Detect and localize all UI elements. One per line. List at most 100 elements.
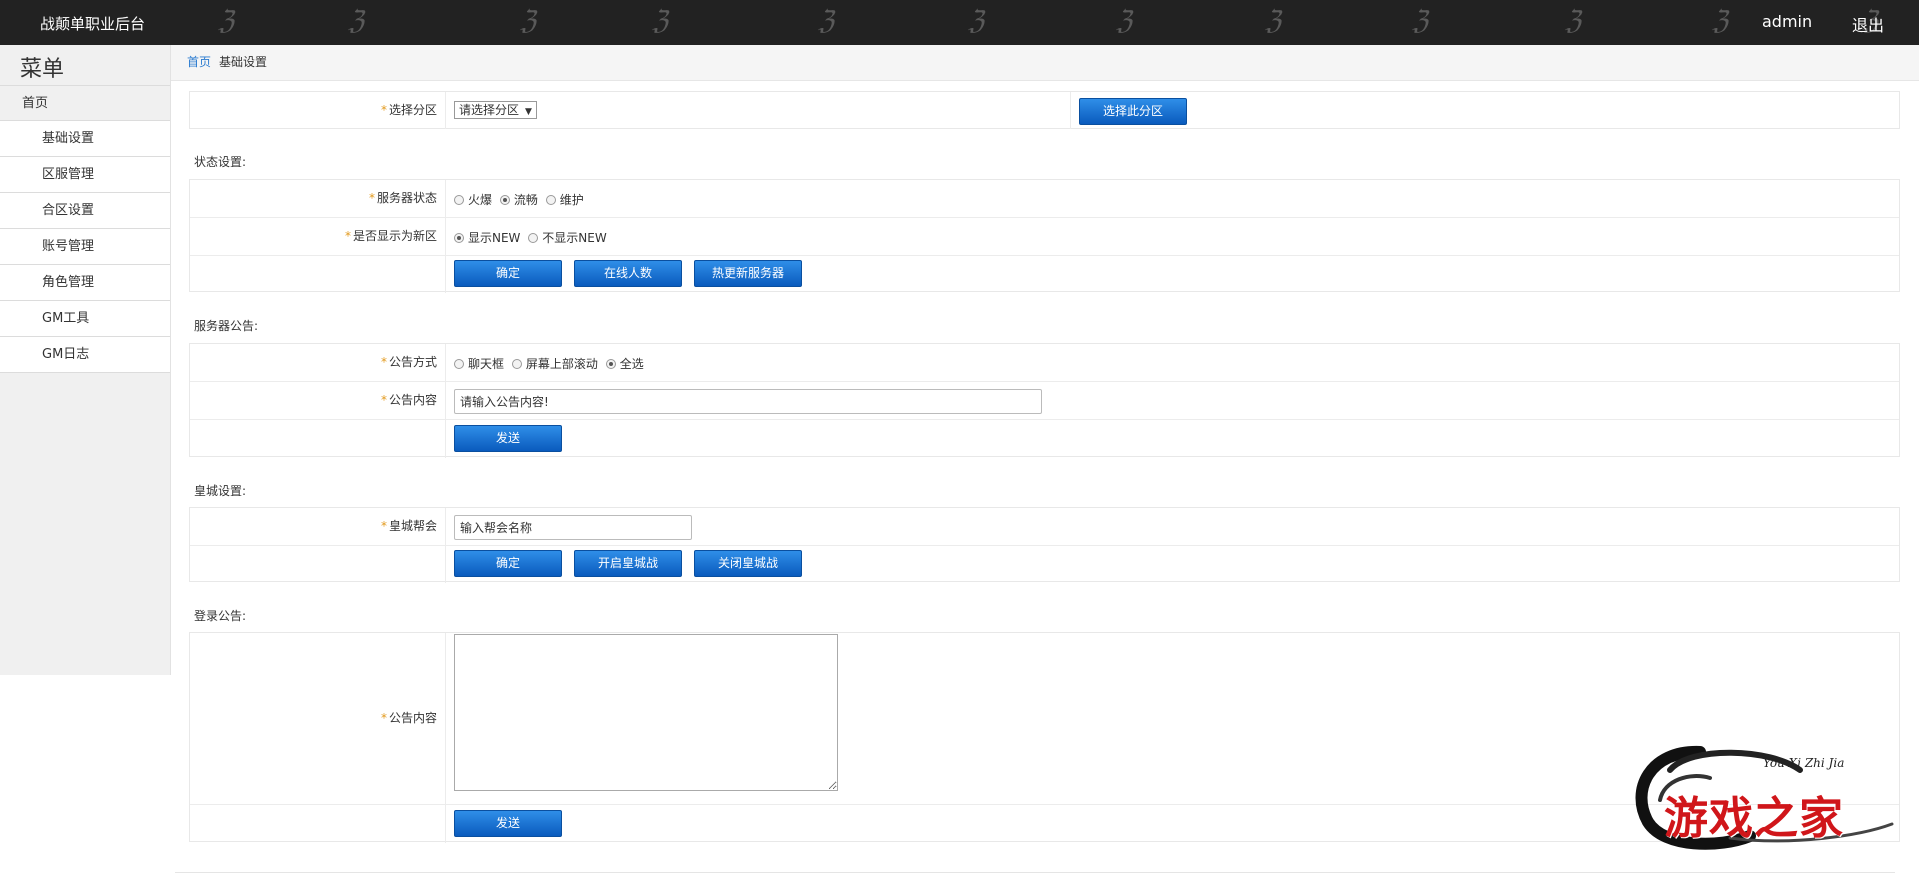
watermark-glyph: ℨ — [818, 6, 835, 36]
radio-maintenance-label: 维护 — [559, 193, 584, 207]
required-mark: * — [344, 229, 351, 243]
radio-chat-box-label: 聊天框 — [468, 357, 505, 371]
zone-select[interactable]: 请选择分区 ▼ — [454, 101, 537, 119]
new-zone-label-cell: * 是否显示为新区 — [190, 218, 446, 255]
breadcrumb-home-link[interactable]: 首页 — [187, 55, 211, 69]
required-mark: * — [380, 711, 387, 725]
watermark-glyph: ℨ — [520, 6, 537, 36]
notice-mode-value-cell: 聊天框 屏幕上部滚动 全选 — [454, 344, 1899, 381]
dropdown-arrow-icon: ▼ — [525, 107, 532, 117]
castle-guild-label: 皇城帮会 — [388, 519, 437, 533]
watermark-glyph: ℨ — [652, 6, 669, 36]
notice-content-label: 公告内容 — [388, 393, 437, 407]
radio-maintenance[interactable] — [545, 195, 556, 205]
empty-label-cell — [190, 546, 446, 583]
end-castle-war-button[interactable]: 关闭皇城战 — [694, 550, 802, 577]
online-count-button[interactable]: 在线人数 — [574, 260, 682, 287]
logo-title: 游戏之家 — [1664, 793, 1844, 844]
zone-label-cell: * 选择分区 — [190, 92, 446, 129]
radio-show-new-label: 显示NEW — [468, 231, 521, 245]
sidebar-item-gm-log[interactable]: GM日志 — [0, 337, 170, 373]
site-logo: You Xi Zhi Jia 游戏之家 — [1630, 740, 1900, 850]
notice-actions-row: 发送 — [190, 420, 1899, 458]
status-confirm-button[interactable]: 确定 — [454, 260, 562, 287]
watermark-glyph: ℨ — [1116, 6, 1133, 36]
notice-actions-cell: 发送 — [454, 420, 1899, 458]
radio-hot-label: 火爆 — [468, 193, 493, 207]
status-actions-cell: 确定 在线人数 热更新服务器 — [454, 256, 1899, 293]
notice-mode-row: * 公告方式 聊天框 屏幕上部滚动 全选 — [190, 344, 1899, 382]
radio-select-all-label: 全选 — [619, 357, 644, 371]
notice-mode-label-cell: * 公告方式 — [190, 344, 446, 381]
watermark-glyph: ℨ — [348, 6, 365, 36]
empty-label-cell — [190, 256, 446, 293]
start-castle-war-button[interactable]: 开启皇城战 — [574, 550, 682, 577]
server-status-label: 服务器状态 — [376, 191, 437, 205]
guild-name-input[interactable] — [454, 515, 692, 540]
status-block: * 服务器状态 火爆 流畅 维护 * 是否显示为新区 显示NEW 不显示NEW 确定… — [189, 179, 1900, 293]
radio-select-all[interactable] — [605, 359, 616, 369]
castle-guild-value-cell — [454, 508, 1899, 545]
required-mark: * — [380, 355, 387, 369]
required-mark: * — [368, 191, 375, 205]
top-bar: ℨ ℨ ℨ ℨ ℨ ℨ ℨ ℨ ℨ ℨ ℨ ℨ 战颠单职业后台 admin 退出 — [0, 0, 1919, 45]
select-zone-button[interactable]: 选择此分区 — [1079, 98, 1187, 125]
radio-chat-box[interactable] — [454, 359, 464, 369]
breadcrumb-current: 基础设置 — [219, 55, 268, 69]
watermark-glyph: ℨ — [218, 6, 235, 36]
server-status-row: * 服务器状态 火爆 流畅 维护 — [190, 180, 1899, 218]
new-zone-radio-group: 显示NEW 不显示NEW — [454, 229, 611, 246]
login-notice-textarea[interactable] — [454, 634, 838, 791]
sidebar-item-gm-tools[interactable]: GM工具 — [0, 301, 170, 337]
sidebar-item-account-management[interactable]: 账号管理 — [0, 229, 170, 265]
sidebar-item-home[interactable]: 首页 — [0, 85, 170, 121]
notice-content-value-cell — [454, 382, 1899, 419]
notice-block: *公告方式 聊天框 屏幕上部滚动 全选 *公告内容 发送 — [189, 343, 1900, 458]
radio-hot[interactable] — [454, 195, 464, 205]
status-section-title: 状态设置: — [194, 155, 247, 169]
watermark-glyph: ℨ — [1565, 6, 1582, 36]
login-notice-send-button[interactable]: 发送 — [454, 810, 562, 837]
notice-section-title: 服务器公告: — [194, 319, 259, 333]
required-mark: * — [380, 103, 387, 117]
sidebar-item-merge-settings[interactable]: 合区设置 — [0, 193, 170, 229]
castle-block: *皇城帮会 确定 开启皇城战 关闭皇城战 — [189, 507, 1900, 583]
castle-guild-row: * 皇城帮会 — [190, 508, 1899, 546]
castle-section-title: 皇城设置: — [194, 484, 247, 498]
castle-actions-row: 确定 开启皇城战 关闭皇城战 — [190, 546, 1899, 583]
server-status-value-cell: 火爆 流畅 维护 — [454, 180, 1899, 217]
notice-content-label-cell: * 公告内容 — [190, 382, 446, 419]
watermark-glyph: ℨ — [1412, 6, 1429, 36]
castle-guild-label-cell: * 皇城帮会 — [190, 508, 446, 545]
radio-smooth[interactable] — [499, 195, 510, 205]
required-mark: * — [380, 393, 387, 407]
app-title: 战颠单职业后台 — [40, 15, 146, 33]
notice-send-button[interactable]: 发送 — [454, 425, 562, 452]
new-zone-label: 是否显示为新区 — [352, 229, 437, 243]
server-status-radio-group: 火爆 流畅 维护 — [454, 191, 588, 208]
sidebar-item-server-management[interactable]: 区服管理 — [0, 157, 170, 193]
empty-label-cell — [190, 420, 446, 458]
current-user: admin — [1762, 12, 1813, 31]
watermark-glyph: ℨ — [1265, 6, 1282, 36]
radio-top-scroll-label: 屏幕上部滚动 — [525, 357, 598, 371]
logout-link[interactable]: 退出 — [1852, 12, 1884, 36]
radio-top-scroll[interactable] — [511, 359, 522, 369]
server-status-label-cell: * 服务器状态 — [190, 180, 446, 217]
sidebar: 菜单 首页 基础设置 区服管理 合区设置 账号管理 角色管理 GM工具 GM日志 — [0, 45, 171, 675]
sidebar-item-basic-settings[interactable]: 基础设置 — [0, 121, 170, 157]
empty-label-cell — [190, 805, 446, 843]
notice-content-row: * 公告内容 — [190, 382, 1899, 420]
logo-script-text: You Xi Zhi Jia — [1763, 756, 1845, 770]
sidebar-item-role-management[interactable]: 角色管理 — [0, 265, 170, 301]
radio-show-new[interactable] — [454, 233, 464, 243]
required-mark: * — [380, 519, 387, 533]
bottom-divider — [175, 872, 1895, 873]
castle-confirm-button[interactable]: 确定 — [454, 550, 562, 577]
notice-content-input[interactable] — [454, 389, 1042, 414]
radio-hide-new-label: 不显示NEW — [542, 231, 607, 245]
radio-hide-new[interactable] — [528, 233, 539, 243]
hot-update-server-button[interactable]: 热更新服务器 — [694, 260, 802, 287]
zone-select-block: * 选择分区 请选择分区 ▼ 选择此分区 — [189, 91, 1900, 129]
zone-select-value: 请选择分区 — [459, 103, 520, 117]
